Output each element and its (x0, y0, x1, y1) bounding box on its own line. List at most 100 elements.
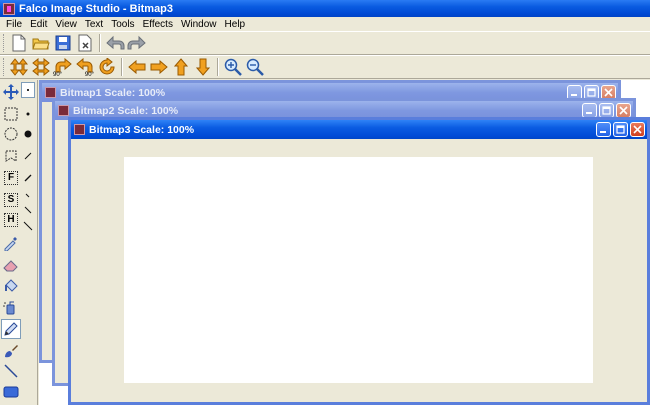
airbrush-icon (3, 301, 15, 315)
close-icon (604, 88, 613, 97)
eraser-tool[interactable] (1, 255, 21, 275)
document-icon (45, 87, 56, 98)
rotate-right-90-button[interactable]: 90° (52, 57, 73, 78)
menu-bar: File Edit View Text Tools Effects Window… (0, 17, 650, 31)
minimize-button[interactable] (582, 103, 597, 118)
rect-select-icon (4, 107, 18, 121)
line-width-2[interactable] (22, 172, 34, 184)
text-h-tool[interactable]: H (1, 210, 21, 230)
menu-view[interactable]: View (51, 19, 81, 30)
close-document-icon (78, 34, 91, 52)
move-down-icon (195, 58, 210, 76)
minimize-button[interactable] (596, 122, 611, 137)
dot-small-icon (26, 112, 30, 116)
line-width-5[interactable] (22, 220, 34, 232)
window-controls (594, 122, 645, 137)
text-s-tool[interactable]: S (1, 190, 21, 210)
save-button[interactable] (52, 33, 73, 54)
close-icon (619, 106, 628, 115)
line-width-3[interactable] (22, 190, 34, 202)
eraser-icon (3, 260, 18, 272)
brush-tool[interactable] (1, 341, 21, 361)
maximize-button[interactable] (599, 103, 614, 118)
open-folder-icon (31, 38, 50, 50)
redo-button[interactable] (126, 33, 147, 54)
menu-effects[interactable]: Effects (139, 19, 177, 30)
text-f-tool[interactable]: F (1, 168, 21, 188)
line-tool[interactable] (1, 361, 21, 381)
text-f-icon: F (4, 171, 18, 185)
paint-bucket-tool[interactable] (1, 276, 21, 296)
diagonal-tick-icon (25, 193, 30, 198)
toolbox: F S H (0, 80, 38, 405)
save-disk-icon (55, 35, 70, 51)
bitmap-canvas[interactable] (124, 157, 593, 383)
eyedropper-icon (4, 237, 17, 251)
move-right-button[interactable] (148, 57, 169, 78)
flip-horizontal-button[interactable] (30, 57, 51, 78)
paint-bucket-icon (5, 279, 18, 292)
move-tool[interactable] (1, 82, 21, 102)
pencil-tool[interactable] (1, 319, 21, 339)
brush-icon (5, 345, 18, 358)
pencil-icon (4, 322, 18, 336)
menu-help[interactable]: Help (221, 19, 250, 30)
lasso-select-tool[interactable] (1, 146, 21, 166)
open-button[interactable] (30, 33, 51, 54)
redo-icon (127, 35, 146, 50)
ellipse-select-tool[interactable] (1, 124, 21, 144)
move-down-button[interactable] (192, 57, 213, 78)
move-left-icon (127, 60, 145, 74)
airbrush-tool[interactable] (1, 298, 21, 318)
menu-tools[interactable]: Tools (107, 19, 138, 30)
undo-button[interactable] (104, 33, 125, 54)
maximize-button[interactable] (613, 122, 628, 137)
child-window-bitmap3[interactable]: Bitmap3 Scale: 100% (68, 117, 650, 405)
rotate-free-button[interactable] (96, 57, 117, 78)
lasso-select-icon (5, 150, 17, 162)
brush-size-small[interactable] (22, 108, 34, 120)
zoom-out-button[interactable] (244, 57, 265, 78)
undo-icon (105, 35, 124, 50)
toolbar-separator (217, 58, 219, 76)
text-h-icon: H (4, 213, 18, 227)
diagonal-down-icon (24, 206, 32, 214)
child-title-bar[interactable]: Bitmap3 Scale: 100% (71, 120, 647, 139)
mdi-client-area[interactable]: Bitmap1 Scale: 100% Bitmap2 Scale: 100% … (39, 80, 650, 405)
app-title-bar[interactable]: Falco Image Studio - Bitmap3 (0, 0, 650, 17)
rotate-left-90-button[interactable]: 90° (74, 57, 95, 78)
maximize-icon (587, 88, 596, 97)
zoom-out-icon (246, 58, 264, 76)
menu-window[interactable]: Window (177, 19, 221, 30)
line-width-1[interactable] (22, 150, 34, 162)
pointer-tool[interactable] (21, 82, 35, 98)
rotate-left-label: 90° (84, 71, 94, 78)
close-document-button[interactable] (74, 33, 95, 54)
menu-file[interactable]: File (2, 19, 26, 30)
line-width-4[interactable] (22, 204, 34, 216)
menu-text[interactable]: Text (81, 19, 107, 30)
new-file-button[interactable] (8, 33, 29, 54)
move-up-icon (173, 58, 188, 76)
close-button[interactable] (616, 103, 631, 118)
close-button[interactable] (630, 122, 645, 137)
rectangle-shape-tool[interactable] (1, 382, 21, 402)
brush-size-large[interactable] (22, 128, 34, 140)
maximize-icon (616, 125, 625, 134)
window-controls (580, 103, 631, 118)
flip-vertical-button[interactable] (8, 57, 29, 78)
menu-edit[interactable]: Edit (26, 19, 51, 30)
child-window-title: Bitmap2 Scale: 100% (73, 104, 179, 117)
move-up-button[interactable] (170, 57, 191, 78)
rect-select-tool[interactable] (1, 104, 21, 124)
document-icon (58, 105, 69, 116)
toolbar-grip[interactable] (3, 34, 6, 52)
maximize-icon (602, 106, 611, 115)
move-left-button[interactable] (126, 57, 147, 78)
toolbar-grip[interactable] (3, 58, 6, 76)
minimize-icon (586, 112, 592, 114)
eyedropper-tool[interactable] (1, 233, 21, 253)
zoom-in-button[interactable] (222, 57, 243, 78)
toolbar-separator (121, 58, 123, 76)
minimize-icon (571, 94, 577, 96)
